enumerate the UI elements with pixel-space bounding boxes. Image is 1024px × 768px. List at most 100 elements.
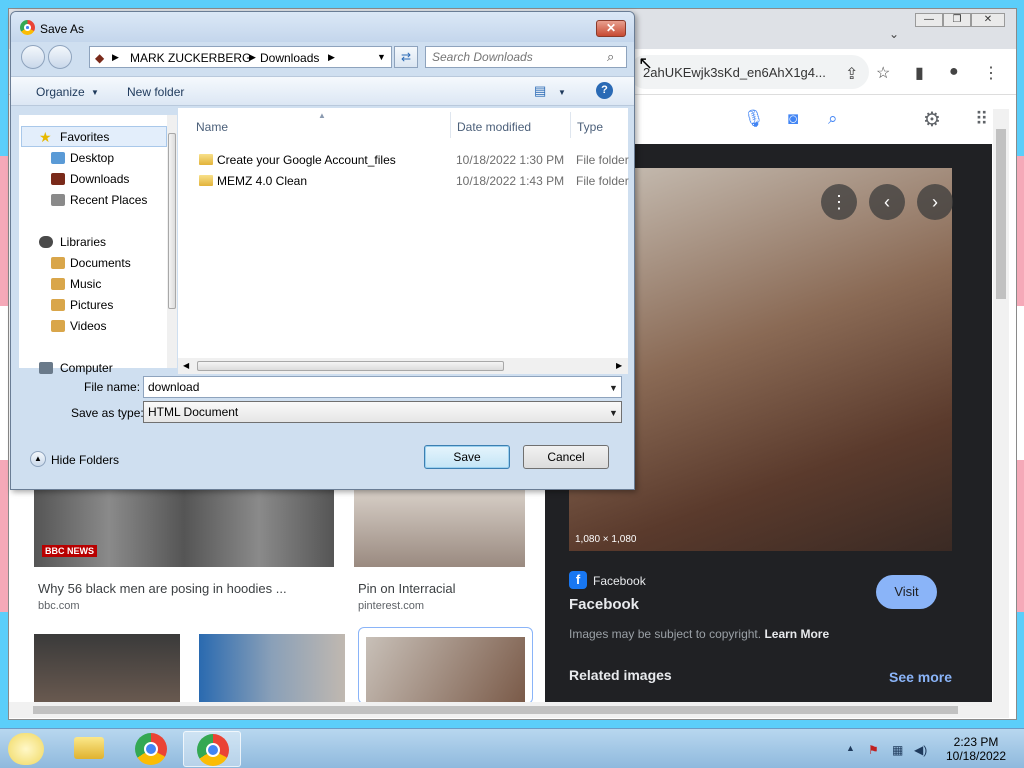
nav-pane-scrollbar[interactable] (167, 115, 177, 368)
hide-folders-chevron-icon[interactable]: ▲ (30, 451, 46, 467)
scroll-right-icon[interactable]: ▶ (616, 361, 622, 370)
menu-kebab-icon[interactable]: ⋮ (983, 63, 999, 83)
network-icon[interactable]: ▦ (892, 743, 903, 757)
file-name-dropdown-icon[interactable]: ▼ (609, 383, 618, 393)
refresh-button[interactable]: ⇄ (394, 46, 418, 68)
bookmark-star-icon[interactable]: ☆ (876, 63, 890, 83)
result-title[interactable]: Why 56 black men are posing in hoodies .… (38, 581, 287, 596)
minimize-button[interactable]: — (915, 13, 943, 27)
result-thumbnail-hoodies[interactable]: BBC NEWS (34, 489, 334, 567)
column-type[interactable]: Type (577, 120, 603, 134)
settings-gear-icon[interactable]: ⚙ (923, 107, 941, 132)
source-name[interactable]: Facebook (593, 574, 646, 588)
voice-search-icon[interactable]: 🎙 (743, 109, 765, 129)
nav-computer[interactable]: Computer (60, 361, 113, 375)
breadcrumb-user[interactable]: MARK ZUCKERBERG (130, 51, 251, 65)
start-button[interactable] (8, 733, 44, 765)
organize-dropdown-icon[interactable]: ▼ (91, 88, 99, 97)
breadcrumb-chevron-icon[interactable]: ▶ (328, 52, 335, 63)
pictures-icon (51, 299, 65, 311)
page-vertical-scrollbar[interactable] (993, 109, 1009, 704)
result-thumbnail[interactable] (199, 634, 345, 704)
lens-search-icon[interactable]: ◙ (788, 109, 798, 129)
volume-icon[interactable]: ◀) (914, 743, 927, 757)
result-site: pinterest.com (358, 600, 425, 612)
result-site: bbc.com (38, 600, 80, 612)
column-date-modified[interactable]: Date modified (457, 120, 531, 134)
documents-icon (51, 257, 65, 269)
source-title[interactable]: Facebook (569, 596, 639, 613)
file-row[interactable]: MEMZ 4.0 Clean 10/18/2022 1:43 PM File f… (178, 170, 629, 191)
result-title[interactable]: Pin on Interracial (358, 581, 456, 596)
forward-button[interactable] (48, 45, 72, 69)
learn-more-link[interactable]: Learn More (764, 627, 829, 641)
dialog-titlebar[interactable]: Save As ✕ (11, 12, 634, 42)
previous-arrow-icon[interactable]: ‹ (869, 184, 905, 220)
clock-date: 10/18/2022 (945, 749, 1007, 763)
tray-expand-icon[interactable]: ▲ (846, 743, 855, 753)
maximize-button[interactable]: ❐ (943, 13, 971, 27)
nav-documents[interactable]: Documents (70, 256, 131, 270)
result-thumbnail-selected[interactable] (358, 627, 533, 704)
page-horizontal-scrollbar[interactable] (9, 702, 1009, 718)
file-list-horizontal-scrollbar[interactable]: ◀ ▶ (178, 358, 628, 374)
organize-button[interactable]: Organize (36, 85, 85, 99)
save-as-type-dropdown-icon[interactable]: ▼ (609, 408, 618, 418)
taskbar-explorer[interactable] (60, 731, 118, 767)
profile-avatar-icon[interactable]: ● (949, 63, 959, 81)
breadcrumb[interactable]: ◆ ▶ MARK ZUCKERBERG ▶ Downloads ▶ ▼ (89, 46, 392, 68)
scroll-left-icon[interactable]: ◀ (183, 361, 189, 370)
file-row[interactable]: Create your Google Account_files 10/18/2… (178, 149, 629, 170)
share-icon[interactable]: ⇪ (845, 64, 858, 84)
clock[interactable]: 2:23 PM 10/18/2022 (940, 735, 1012, 763)
result-thumbnail[interactable] (34, 634, 180, 704)
chrome-icon (135, 733, 167, 765)
taskbar-chrome-active[interactable] (183, 731, 241, 767)
save-button[interactable]: Save (424, 445, 510, 469)
view-dropdown-icon[interactable]: ▼ (558, 88, 566, 97)
see-more-link[interactable]: See more (889, 669, 952, 685)
nav-pictures[interactable]: Pictures (70, 298, 113, 312)
file-type: File folder (576, 153, 629, 167)
nav-recent-places[interactable]: Recent Places (70, 193, 147, 207)
new-folder-button[interactable]: New folder (127, 85, 184, 99)
apps-grid-icon[interactable]: ⠿ (975, 109, 988, 130)
nav-videos[interactable]: Videos (70, 319, 106, 333)
taskbar-chrome[interactable] (122, 731, 180, 767)
file-name-input[interactable] (143, 376, 622, 398)
nav-downloads[interactable]: Downloads (70, 172, 129, 186)
file-name: Create your Google Account_files (217, 153, 396, 167)
nav-music[interactable]: Music (70, 277, 101, 291)
view-options-icon[interactable]: ▤ (534, 83, 546, 99)
side-panel-icon[interactable]: ▮ (915, 63, 924, 83)
save-as-type-select[interactable]: HTML Document (143, 401, 622, 423)
breadcrumb-downloads[interactable]: Downloads (260, 51, 319, 65)
column-name[interactable]: Name (196, 120, 228, 134)
search-input[interactable] (425, 46, 627, 68)
visit-button[interactable]: Visit (876, 575, 937, 609)
dialog-close-button[interactable]: ✕ (596, 20, 626, 37)
next-arrow-icon[interactable]: › (917, 184, 953, 220)
tab-search-chevron-icon[interactable]: ⌄ (889, 27, 899, 41)
nav-libraries[interactable]: Libraries (60, 235, 106, 249)
result-thumbnail-pin[interactable] (354, 489, 525, 567)
action-center-icon[interactable]: ⚑ (868, 743, 879, 757)
nav-desktop[interactable]: Desktop (70, 151, 114, 165)
address-bar-text[interactable]: 2ahUKEwjk3sKd_en6AhX1g4... (643, 65, 826, 80)
hide-folders-button[interactable]: Hide Folders (51, 453, 119, 467)
breadcrumb-chevron-icon[interactable]: ▶ (249, 52, 256, 63)
breadcrumb-chevron-icon[interactable]: ▶ (112, 52, 119, 63)
computer-icon (39, 362, 53, 374)
save-as-dialog: Save As ✕ ◆ ▶ MARK ZUCKERBERG ▶ Download… (10, 11, 635, 490)
more-options-icon[interactable]: ⋮ (821, 184, 857, 220)
file-date: 10/18/2022 1:30 PM (456, 153, 565, 167)
help-icon[interactable]: ? (596, 82, 613, 99)
cancel-button[interactable]: Cancel (523, 445, 609, 469)
nav-favorites[interactable]: Favorites (60, 130, 109, 144)
related-images-heading: Related images (569, 667, 672, 683)
window-close-button[interactable]: ✕ (971, 13, 1005, 27)
desktop-icon (51, 152, 65, 164)
breadcrumb-dropdown-icon[interactable]: ▼ (377, 52, 386, 62)
back-button[interactable] (21, 45, 45, 69)
search-icon[interactable]: ⌕ (828, 109, 838, 129)
